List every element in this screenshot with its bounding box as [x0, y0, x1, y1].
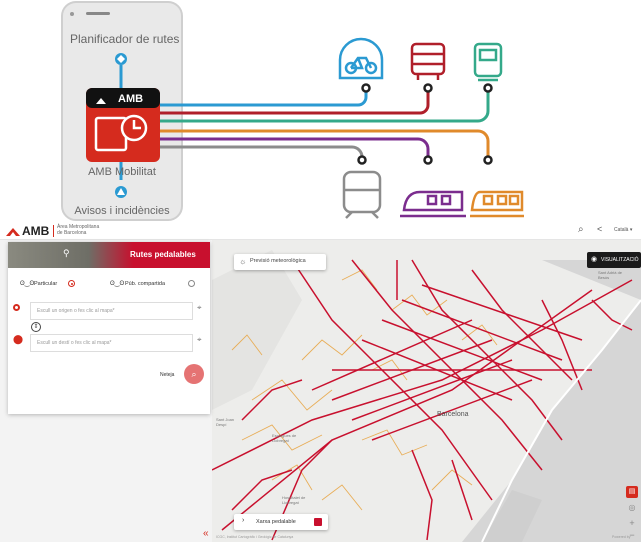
visualize-label: VISUALITZACIÓ — [601, 257, 639, 263]
clear-button[interactable]: Neteja — [160, 372, 174, 378]
origin-marker-icon — [13, 304, 20, 311]
amb-logo-icon[interactable] — [6, 226, 20, 236]
weather-forecast-button[interactable]: ☼ Previsió meteorològica — [234, 254, 326, 270]
line-train — [160, 137, 430, 160]
bus-icon — [410, 42, 446, 80]
mode-shared-label[interactable]: Púb. compartida — [125, 281, 165, 287]
map-label-sant-adria: Sant Adrià de Besòs — [598, 270, 623, 280]
route-planner-panel: ⚲ Rutes pedalables ʘ‿ʘ Particular ʘ‿ʘ Pú… — [8, 242, 210, 414]
phone-title: Planificador de rutes — [70, 32, 180, 46]
promo-illustration: Planificador de rutes AMB AMB Mobilitat … — [0, 0, 641, 222]
train-icon — [400, 190, 466, 218]
search-icon[interactable]: ⌕ — [578, 224, 584, 235]
map-attribution: ICGC, Institut Cartogràfic i Geològic de… — [216, 535, 294, 539]
metro-icon — [342, 170, 382, 219]
origin-input[interactable]: Escull un origen o fes clic al mapa* — [30, 302, 193, 320]
destination-marker-icon: ⬤ — [13, 334, 24, 344]
mode-private-label[interactable]: Particular — [34, 281, 57, 287]
bike-icon: ʘ‿ʘ — [20, 281, 35, 287]
transport-lines — [160, 88, 490, 160]
cycling-network-map — [212, 250, 641, 542]
mode-shared-radio[interactable] — [188, 280, 195, 287]
map-label-sant-joan-despi: Sant Joan Despí — [216, 417, 235, 427]
map-view[interactable]: ☼ Previsió meteorològica ◉ VISUALITZACIÓ… — [212, 240, 641, 542]
language-selector[interactable]: Català ▾ — [614, 227, 632, 233]
share-icon[interactable]: < — [597, 224, 602, 234]
cycle-network-layer-toggle[interactable]: › Xarxa pedalable — [234, 514, 328, 530]
org-name-line2: de Barcelona — [57, 230, 87, 236]
phone-speaker — [86, 12, 110, 15]
origin-locate-icon[interactable]: ⌖ — [197, 303, 202, 313]
layer-checkbox[interactable] — [314, 518, 322, 526]
phone-camera — [70, 12, 74, 16]
destination-locate-icon[interactable]: ⌖ — [197, 335, 202, 345]
top-header: AMB Àrea Metropolitana de Barcelona ⌕ < … — [0, 222, 641, 240]
cycle-network-label: Xarxa pedalable — [256, 519, 296, 525]
line-bike — [160, 88, 368, 107]
map-label-esplugues: Esplugues de Llobregat — [272, 433, 297, 443]
zoom-in-icon[interactable]: + — [626, 518, 638, 528]
visualize-button[interactable]: ◉ VISUALITZACIÓ — [587, 252, 641, 268]
line-metro — [160, 145, 364, 160]
mode-private-radio[interactable] — [68, 280, 75, 287]
destination-input[interactable]: Escull un destí o fes clic al mapa* — [30, 334, 193, 352]
powered-by: Powered by — [612, 535, 631, 539]
cycling-routes-app: AMB Àrea Metropolitana de Barcelona ⌕ < … — [0, 222, 641, 542]
amb-logo-text[interactable]: AMB — [22, 224, 49, 238]
chevron-right-icon: › — [242, 517, 245, 524]
sun-icon: ☼ — [239, 257, 247, 266]
banner: ⚲ Rutes pedalables — [8, 242, 210, 268]
sea-area — [462, 260, 641, 542]
banner-title: Rutes pedalables — [130, 250, 196, 259]
swap-icon[interactable]: ⇕ — [31, 322, 41, 332]
search-route-button[interactable]: ⌕ — [184, 364, 204, 384]
alerts-label: Avisos i incidències — [74, 205, 170, 217]
amb-app-logo: AMB — [118, 93, 144, 105]
tram-icon — [473, 42, 503, 82]
weather-forecast-label: Previsió meteorològica — [250, 258, 306, 264]
line-bus — [160, 88, 430, 115]
bicycle-icon — [338, 37, 384, 80]
regional-train-icon — [470, 190, 524, 218]
locate-icon[interactable]: ◎ — [626, 502, 638, 514]
city-label-barcelona: Barcelona — [437, 411, 469, 418]
collapse-panel-icon[interactable]: « — [203, 528, 209, 539]
cyclist-icon: ⚲ — [63, 248, 70, 258]
chat-icon[interactable]: ▤ — [626, 486, 638, 498]
map-label-hospitalet: Hospitalet de Llobregat — [282, 495, 306, 505]
layers-icon: ◉ — [591, 256, 598, 263]
shared-bike-icon: ʘ‿ʘ — [110, 281, 125, 287]
app-name: AMB Mobilitat — [88, 166, 156, 178]
